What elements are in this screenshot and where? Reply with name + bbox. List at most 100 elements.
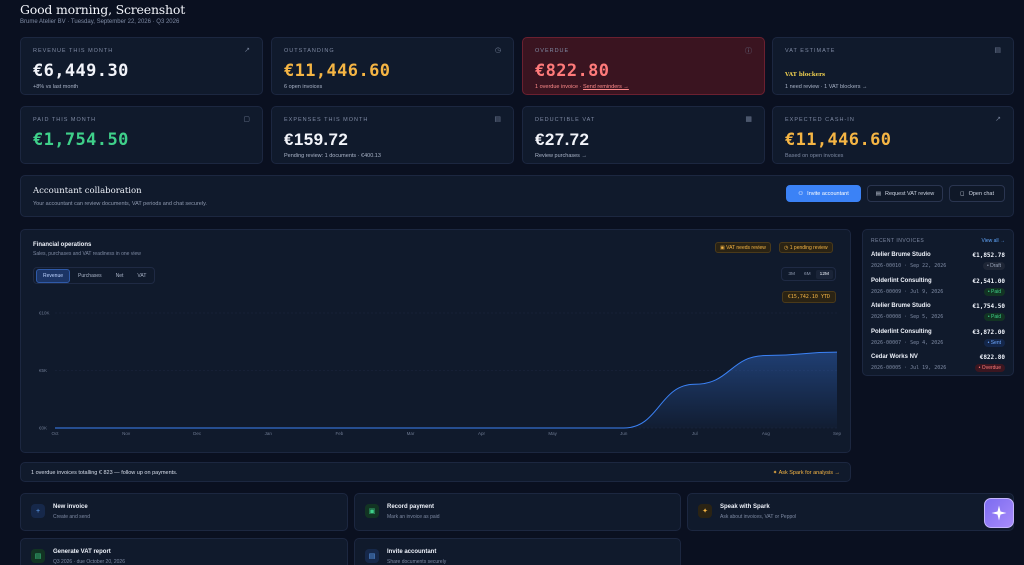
kpi-value: €1,754.50: [33, 130, 129, 150]
chat-label: Open chat: [968, 190, 994, 197]
y-tick-label: €10K: [39, 311, 50, 316]
request-vat-review-button[interactable]: ▤ Request VAT review: [867, 185, 943, 202]
x-tick-label: Jan: [265, 431, 273, 436]
user-icon: ▤: [365, 549, 379, 563]
kpi-sub: Pending review: 1 documents · €400.13: [284, 153, 381, 159]
y-tick-label: €5K: [39, 368, 47, 373]
trend-up-icon: ↗: [995, 116, 1001, 123]
invoice-row[interactable]: Polderlint Consulting 2026-00009 · Jul 9,…: [871, 278, 1005, 303]
recent-invoices-header: RECENT INVOICES: [871, 238, 925, 244]
kpi-overdue-card[interactable]: OVERDUE ⓘ €822.80 1 overdue invoice · Se…: [522, 37, 765, 95]
file-icon: ▤: [494, 116, 501, 123]
invoice-row[interactable]: Cedar Works NV 2026-00005 · Jul 19, 2026 €…: [871, 354, 1005, 379]
generate-vat-report-action[interactable]: ▤ Generate VAT report Q3 2026 · due Octo…: [20, 538, 348, 565]
document-icon: ▤: [994, 47, 1001, 54]
calc-icon: ▦: [745, 116, 752, 123]
kpi-sub: +8% vs last month: [33, 84, 79, 90]
invite-accountant-action[interactable]: ▤ Invite accountant Share documents secu…: [354, 538, 681, 565]
invite-accountant-button[interactable]: ⚇ Invite accountant: [786, 185, 861, 202]
kpi-outstanding-card[interactable]: OUTSTANDING ◷ €11,446.60 6 open invoices: [271, 37, 514, 95]
record-payment-action[interactable]: ▣ Record payment Mark an invoice as paid: [354, 493, 681, 531]
invoice-meta: 2026-00008 · Sep 5, 2026: [871, 314, 944, 320]
kpi-value: €159.72: [284, 130, 349, 149]
speak-with-spark-action[interactable]: ✦ Speak with Spark Ask about invoices, V…: [687, 493, 1014, 531]
action-name: Record payment: [387, 504, 435, 510]
kpi-sub: Based on open invoices: [785, 153, 844, 159]
action-name: Speak with Spark: [720, 504, 770, 510]
action-name: Generate VAT report: [53, 549, 111, 555]
invoice-meta: 2026-00009 · Jul 9, 2026: [871, 288, 944, 295]
accountant-collab-panel: Accountant collaboration Your accountant…: [20, 175, 1014, 217]
alert-text: 1 overdue invoices totalling € 823 — fol…: [31, 470, 178, 476]
wallet-icon: ▣: [365, 504, 379, 518]
invoice-status-badge: • Paid: [983, 313, 1005, 321]
collab-title: Accountant collaboration: [33, 186, 142, 196]
x-tick-label: Jun: [620, 431, 628, 436]
invoice-amount: €1,852.78: [972, 252, 1005, 259]
new-invoice-action[interactable]: + New invoice Create and send: [20, 493, 348, 531]
action-desc: Q3 2026 · due October 20, 2026: [53, 559, 125, 565]
kpi-label: REVENUE THIS MONTH: [33, 48, 114, 54]
y-tick-label: €0K: [39, 426, 47, 431]
action-name: New invoice: [53, 504, 88, 510]
x-tick-label: May: [548, 431, 557, 436]
chat-icon: ◻: [960, 190, 965, 197]
alert-icon: ⓘ: [745, 48, 752, 55]
invoice-row[interactable]: Atelier Brume Studio 2026-00010 · Sep 22,…: [871, 252, 1005, 277]
kpi-value: €11,446.60: [785, 130, 892, 150]
view-all-link[interactable]: View all →: [981, 238, 1005, 244]
kpi-cashin-card[interactable]: EXPECTED CASH-IN ↗ €11,446.60 Based on o…: [772, 106, 1014, 164]
ask-spark-link[interactable]: ✦ Ask Spark for analysis →: [773, 470, 840, 476]
invoice-status-badge: • Draft: [983, 262, 1005, 270]
kpi-deductible-card[interactable]: DEDUCTIBLE VAT ▦ €27.72 Review purchases…: [522, 106, 765, 164]
action-desc: Ask about invoices, VAT or Peppol: [720, 514, 797, 520]
spark-assistant-button[interactable]: [984, 498, 1014, 528]
overdue-count: 1 overdue invoice ·: [535, 84, 582, 90]
document-icon: ▤: [875, 190, 881, 197]
kpi-paid-card[interactable]: PAID THIS MONTH ▢ €1,754.50: [20, 106, 263, 164]
kpi-label: DEDUCTIBLE VAT: [535, 117, 596, 123]
action-desc: Share documents securely: [387, 559, 447, 565]
kpi-label: OUTSTANDING: [284, 48, 335, 54]
vat-blockers-badge: VAT blockers: [785, 72, 826, 78]
plus-icon: +: [31, 504, 45, 518]
kpi-sub: 6 open invoices: [284, 84, 323, 90]
trend-up-icon: ↗: [244, 47, 250, 54]
invoice-client: Polderlint Consulting: [871, 328, 932, 335]
company-date-subline: Brume Atelier BV · Tuesday, September 22…: [20, 19, 180, 25]
invoice-amount: €3,872.00: [972, 328, 1005, 336]
send-reminders-link[interactable]: Send reminders →: [583, 84, 629, 90]
action-desc: Create and send: [53, 514, 90, 520]
x-tick-label: Oct: [51, 431, 59, 436]
review-purchases-link[interactable]: Review purchases →: [535, 153, 587, 159]
revenue-chart: €10K €5K €0K Oct Nov Dec Jan Feb Mar Apr May Jun Jul…: [39, 311, 842, 437]
revenue-area: [55, 352, 837, 428]
kpi-label: VAT ESTIMATE: [785, 48, 836, 54]
overdue-alert-bar: 1 overdue invoices totalling € 823 — fol…: [20, 462, 851, 482]
x-tick-label: Sep: [833, 431, 842, 436]
action-desc: Mark an invoice as paid: [387, 514, 440, 520]
invoice-row[interactable]: Polderlint Consulting 2026-00007 · Sep 4,…: [871, 329, 1005, 354]
kpi-value: €822.80: [535, 61, 610, 81]
request-label: Request VAT review: [884, 190, 935, 197]
x-tick-label: Feb: [335, 431, 343, 436]
page-header: Good morning, Screenshot Brume Atelier B…: [20, 2, 185, 25]
invoice-meta: 2026-00010 · Sep 22, 2026: [871, 263, 947, 269]
x-tick-label: Aug: [762, 431, 771, 436]
open-chat-button[interactable]: ◻ Open chat: [949, 185, 1005, 202]
invoice-status-badge: • Paid: [983, 287, 1005, 296]
kpi-revenue-card[interactable]: REVENUE THIS MONTH ↗ €6,449.30 +8% vs la…: [20, 37, 263, 95]
invoice-row[interactable]: Atelier Brume Studio 2026-00008 · Sep 5, …: [871, 303, 1005, 328]
kpi-vat-card[interactable]: VAT ESTIMATE ▤ VAT blockers 1 need revie…: [772, 37, 1014, 95]
invoice-meta: 2026-00007 · Sep 4, 2026: [871, 339, 944, 346]
invoice-client: Atelier Brume Studio: [871, 252, 931, 258]
x-tick-label: Nov: [122, 431, 131, 436]
greeting-title: Good morning, Screenshot: [20, 2, 186, 17]
receipt-icon: ▢: [243, 116, 250, 123]
collab-desc: Your accountant can review documents, VA…: [33, 201, 207, 207]
invite-label: Invite accountant: [807, 190, 849, 197]
kpi-expenses-card[interactable]: EXPENSES THIS MONTH ▤ €159.72 Pending re…: [271, 106, 514, 164]
kpi-sub[interactable]: 1 need review · 1 VAT blockers →: [785, 84, 868, 90]
invoice-status-badge: • Overdue: [974, 364, 1005, 372]
kpi-value: €6,449.30: [33, 61, 129, 81]
